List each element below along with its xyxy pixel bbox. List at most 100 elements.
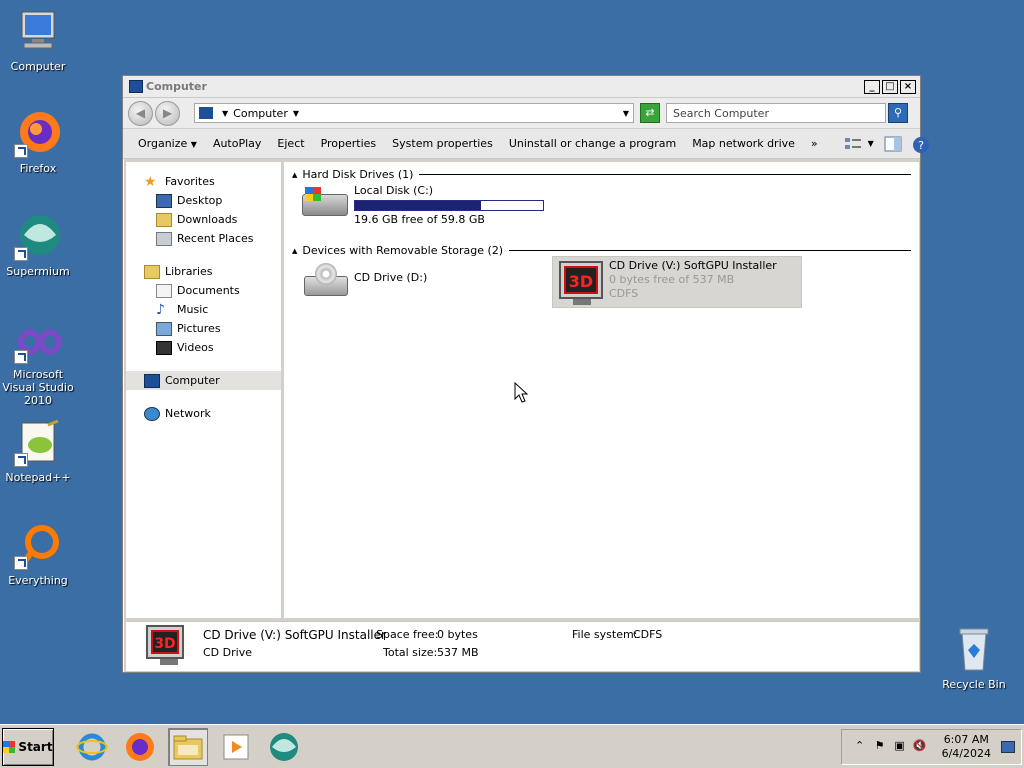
forward-button[interactable]: ▶ xyxy=(155,100,180,126)
desktop-icon-everything[interactable]: Everything xyxy=(0,522,76,587)
notepadpp-icon xyxy=(14,419,62,467)
close-button[interactable]: × xyxy=(900,79,916,94)
drive-d[interactable]: CD Drive (D:) xyxy=(302,262,427,310)
firefox-icon xyxy=(126,732,154,761)
drive-v[interactable]: 3D CD Drive (V:) SoftGPU Installer 0 byt… xyxy=(552,256,802,308)
desktop-icon-notepadpp[interactable]: Notepad++ xyxy=(0,419,76,484)
collapse-arrow-icon[interactable]: ▲ xyxy=(292,171,297,179)
drive-list: ▲ Hard Disk Drives (1) Local Disk (C:) 1… xyxy=(284,162,919,618)
taskbar: Start ⌃ ⚑ ▣ 🔇 6:07 AM 6/4/2024 xyxy=(0,724,1024,768)
desktop-icon-firefox[interactable]: Firefox xyxy=(0,110,76,175)
taskbar-media-player[interactable] xyxy=(216,728,256,766)
nav-downloads[interactable]: Downloads xyxy=(126,210,281,229)
drive-c-usage-bar xyxy=(354,200,544,211)
view-dropdown-icon[interactable]: ▼ xyxy=(868,139,874,148)
navigation-pane: ★ Favorites Desktop Downloads Recent Plac… xyxy=(126,162,284,618)
properties-button[interactable]: Properties xyxy=(321,137,377,150)
nav-desktop[interactable]: Desktop xyxy=(126,191,281,210)
map-network-drive-button[interactable]: Map network drive xyxy=(692,137,795,150)
explorer-window: Computer _ □ × ◀ ▶ ▼ Computer ▼ ▼ ⇄ Sear… xyxy=(122,75,929,673)
desktop-icon-computer[interactable]: Computer xyxy=(0,8,76,73)
nav-libraries[interactable]: Libraries xyxy=(126,262,281,281)
organize-button[interactable]: Organize ▼ xyxy=(138,137,197,150)
details-total-size: 537 MB xyxy=(437,646,479,659)
network-icon xyxy=(144,406,160,421)
nav-recent-places[interactable]: Recent Places xyxy=(126,229,281,248)
hard-drive-icon xyxy=(302,184,350,232)
clock-date: 6/4/2024 xyxy=(941,746,991,760)
taskbar-firefox[interactable] xyxy=(120,728,160,766)
breadcrumb-arrow-icon[interactable]: ▼ xyxy=(293,109,299,118)
action-center-flag-icon[interactable]: ⚑ xyxy=(872,739,888,755)
title-bar[interactable]: Computer _ □ × xyxy=(123,76,920,98)
desktop-icon-label: Computer xyxy=(10,60,66,73)
chevron-down-icon: ▼ xyxy=(190,140,197,149)
desktop-icon-supermium[interactable]: Supermium xyxy=(0,213,76,278)
network-tray-icon[interactable]: ▣ xyxy=(892,739,908,755)
drive-c-free: 19.6 GB free of 59.8 GB xyxy=(354,213,485,226)
breadcrumb-computer[interactable]: Computer xyxy=(233,107,288,120)
more-commands-button[interactable]: » xyxy=(811,137,818,150)
show-hidden-icons-icon[interactable]: ⌃ xyxy=(852,739,868,755)
details-fs-label: File system: xyxy=(572,628,638,641)
breadcrumb-arrow-icon[interactable]: ▼ xyxy=(222,109,228,118)
drive-v-free: 0 bytes free of 537 MB xyxy=(609,273,735,286)
address-dropdown-icon[interactable]: ▼ xyxy=(623,109,629,118)
details-space-free-label: Space free: xyxy=(376,628,439,641)
view-options-icon[interactable] xyxy=(844,136,862,152)
taskbar-supermium[interactable] xyxy=(264,728,304,766)
nav-music[interactable]: ♪ Music xyxy=(126,300,281,319)
back-button[interactable]: ◀ xyxy=(128,100,153,126)
drive-d-name: CD Drive (D:) xyxy=(354,271,428,284)
mouse-cursor-icon xyxy=(514,382,529,403)
desktop-icon-visual-studio[interactable]: Microsoft Visual Studio 2010 xyxy=(0,316,76,407)
taskbar-explorer[interactable] xyxy=(168,727,208,766)
clock-time: 6:07 AM xyxy=(943,732,989,746)
details-space-free: 0 bytes xyxy=(437,628,478,641)
details-type: CD Drive xyxy=(203,646,252,659)
nav-videos[interactable]: Videos xyxy=(126,338,281,357)
minimize-button[interactable]: _ xyxy=(864,79,880,94)
refresh-button[interactable]: ⇄ xyxy=(640,103,660,123)
collapse-arrow-icon[interactable]: ▲ xyxy=(292,247,297,255)
search-icon[interactable]: ⚲ xyxy=(888,103,908,123)
system-properties-button[interactable]: System properties xyxy=(392,137,493,150)
desktop-icon-recycle-bin[interactable]: Recycle Bin xyxy=(936,626,1012,691)
search-input[interactable]: Search Computer xyxy=(666,103,886,123)
nav-network[interactable]: Network xyxy=(126,404,281,423)
desktop-icon xyxy=(156,193,172,208)
drive-c[interactable]: Local Disk (C:) 19.6 GB free of 59.8 GB xyxy=(302,184,544,232)
taskbar-ie[interactable] xyxy=(72,728,112,766)
nav-computer[interactable]: Computer xyxy=(126,371,281,390)
address-input[interactable]: ▼ Computer ▼ ▼ xyxy=(194,103,634,123)
show-desktop-icon[interactable] xyxy=(1001,740,1015,753)
help-icon[interactable]: ? xyxy=(912,136,930,153)
nav-favorites[interactable]: ★ Favorites xyxy=(126,172,281,191)
preview-pane-icon[interactable] xyxy=(884,136,902,152)
visual-studio-icon xyxy=(14,316,64,364)
clock[interactable]: 6:07 AM 6/4/2024 xyxy=(942,733,991,761)
desktop-icon-label: Notepad++ xyxy=(5,471,71,484)
desktop-icon-label: Supermium xyxy=(6,265,70,278)
uninstall-button[interactable]: Uninstall or change a program xyxy=(509,137,676,150)
eject-button[interactable]: Eject xyxy=(277,137,304,150)
libraries-icon xyxy=(144,264,160,279)
shortcut-arrow-icon xyxy=(14,144,28,158)
firefox-icon xyxy=(14,110,62,158)
computer-icon xyxy=(199,107,213,119)
desktop-icon-label: Everything xyxy=(8,574,68,587)
nav-pictures[interactable]: Pictures xyxy=(126,319,281,338)
cd-drive-icon xyxy=(302,262,350,310)
maximize-button[interactable]: □ xyxy=(882,79,898,94)
system-tray: ⌃ ⚑ ▣ 🔇 6:07 AM 6/4/2024 xyxy=(840,728,1022,765)
group-header-hdd[interactable]: ▲ Hard Disk Drives (1) xyxy=(292,168,911,181)
nav-documents[interactable]: Documents xyxy=(126,281,281,300)
downloads-folder-icon xyxy=(156,212,172,227)
documents-icon xyxy=(156,283,172,298)
autoplay-button[interactable]: AutoPlay xyxy=(213,137,261,150)
volume-muted-icon[interactable]: 🔇 xyxy=(912,739,928,755)
pictures-icon xyxy=(156,321,172,336)
supermium-icon xyxy=(270,732,298,761)
command-bar: Organize ▼ AutoPlay Eject Properties Sys… xyxy=(123,128,929,159)
start-button[interactable]: Start xyxy=(2,727,54,766)
